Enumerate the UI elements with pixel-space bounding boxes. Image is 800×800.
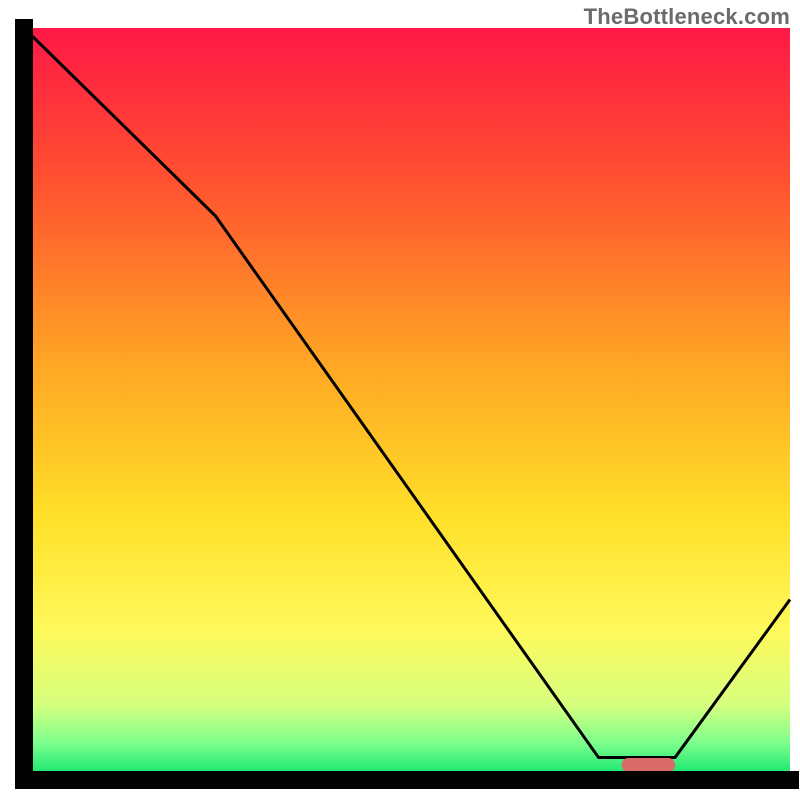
optimal-range-marker [621,758,675,772]
chart-container: TheBottleneck.com [0,0,800,800]
watermark-text: TheBottleneck.com [584,4,790,30]
bottleneck-chart [0,0,800,800]
